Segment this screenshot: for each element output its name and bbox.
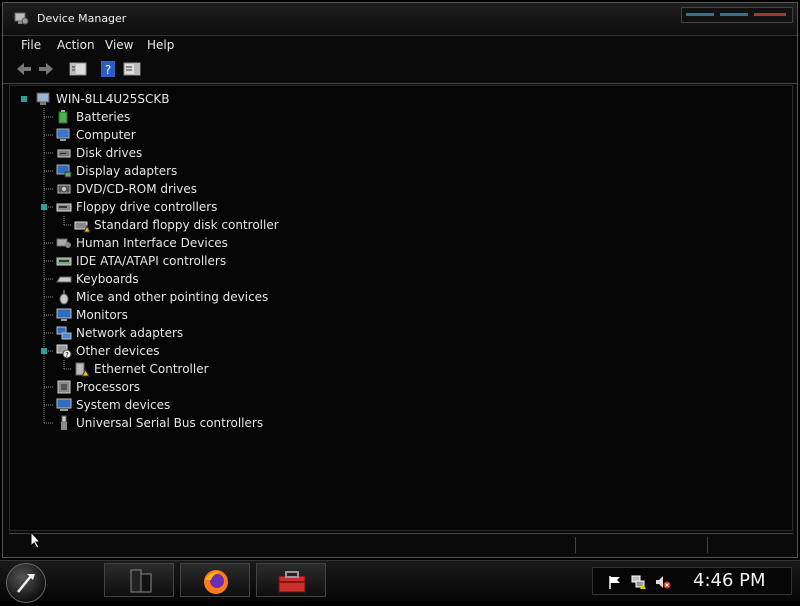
computer-root-icon <box>36 92 50 105</box>
network-icon <box>56 326 72 340</box>
volume-muted-icon[interactable] <box>655 574 671 590</box>
back-icon[interactable] <box>15 60 33 78</box>
tree-item-label: DVD/CD-ROM drives <box>76 182 198 196</box>
monitor-icon <box>56 308 72 321</box>
collapse-toggle[interactable] <box>41 348 47 354</box>
computer-icon <box>56 128 70 141</box>
menu-view[interactable]: View <box>105 38 133 52</box>
ide-icon <box>56 257 72 266</box>
device-manager-window: Device Manager File Action View Help ? W… <box>2 2 798 558</box>
battery-icon <box>58 110 68 124</box>
device-manager-icon <box>14 12 29 25</box>
processor-icon <box>57 380 71 394</box>
flag-icon[interactable] <box>607 574 623 590</box>
toolbox-icon <box>278 571 306 593</box>
taskbar-clock[interactable]: 4:46 PM <box>693 570 766 591</box>
tree-item-label: Monitors <box>76 308 128 322</box>
tree-item-label: Mice and other pointing devices <box>76 290 269 304</box>
minimize-button[interactable] <box>686 13 714 16</box>
warning-device-icon <box>75 362 90 377</box>
network-warning-icon[interactable] <box>631 574 647 590</box>
menu-bar: File Action View Help <box>3 35 797 55</box>
start-button[interactable] <box>6 563 46 603</box>
tree-item-label: Ethernet Controller <box>94 362 209 376</box>
usb-icon <box>61 415 67 430</box>
tree-root-label: WIN-8LL4U25SCKB <box>56 92 170 106</box>
console-tree-icon[interactable] <box>69 60 87 78</box>
disk-drive-icon <box>57 149 71 158</box>
tree-item-label: Network adapters <box>76 326 184 340</box>
start-orb-icon <box>17 574 35 593</box>
caption-buttons <box>681 7 793 23</box>
tree-item-label: Standard floppy disk controller <box>94 218 279 232</box>
window-title: Device Manager <box>37 12 127 25</box>
taskbar-app-server-manager[interactable] <box>104 563 174 597</box>
tree-item-label: Disk drives <box>76 146 143 160</box>
menu-file[interactable]: File <box>21 38 41 52</box>
help-icon[interactable]: ? <box>99 60 117 78</box>
maximize-button[interactable] <box>720 13 748 16</box>
tree-item-label: Processors <box>76 380 141 394</box>
device-tree[interactable]: WIN-8LL4U25SCKB Batteries Computer Disk … <box>9 85 793 531</box>
warning-device-icon <box>74 221 90 233</box>
tree-item-label: Universal Serial Bus controllers <box>76 416 264 430</box>
menu-help[interactable]: Help <box>147 38 174 52</box>
status-divider <box>575 537 576 553</box>
server-manager-icon <box>130 569 152 593</box>
tree-item-label: Keyboards <box>76 272 139 286</box>
svg-text:?: ? <box>105 63 111 77</box>
dvd-icon <box>57 184 71 194</box>
toolbar: ? <box>3 55 797 84</box>
tree-item-label: Other devices <box>76 344 160 358</box>
menu-action[interactable]: Action <box>57 38 95 52</box>
tree-item-label: Floppy drive controllers <box>76 200 218 214</box>
keyboard-icon <box>56 276 72 283</box>
mouse-icon <box>59 290 69 305</box>
taskbar-app-firefox[interactable] <box>180 563 250 597</box>
close-button[interactable] <box>754 13 786 16</box>
firefox-icon <box>204 570 228 594</box>
hid-icon <box>56 238 71 248</box>
collapse-toggle[interactable] <box>41 204 47 210</box>
status-divider <box>707 537 708 553</box>
status-bar <box>9 533 793 556</box>
taskbar-app-toolbox[interactable] <box>256 563 326 597</box>
collapse-toggle[interactable] <box>21 96 27 102</box>
mouse-cursor <box>30 531 42 549</box>
floppy-controller-icon <box>56 203 72 212</box>
tree-item-label: System devices <box>76 398 171 412</box>
tree-item-label: IDE ATA/ATAPI controllers <box>76 254 227 268</box>
system-devices-icon <box>56 398 72 411</box>
tree-item-label: Computer <box>76 128 136 142</box>
properties-icon[interactable] <box>123 60 141 78</box>
display-adapter-icon <box>56 164 72 178</box>
taskbar: 4:46 PM <box>0 560 800 603</box>
tree-item-label: Human Interface Devices <box>76 236 228 250</box>
svg-text:?: ? <box>65 351 69 359</box>
system-tray: 4:46 PM <box>592 567 792 595</box>
tree-item-label: Batteries <box>76 110 131 124</box>
forward-icon[interactable] <box>37 60 55 78</box>
other-devices-icon: ? <box>56 344 72 359</box>
title-bar[interactable]: Device Manager <box>3 3 797 36</box>
tree-item-label: Display adapters <box>76 164 178 178</box>
